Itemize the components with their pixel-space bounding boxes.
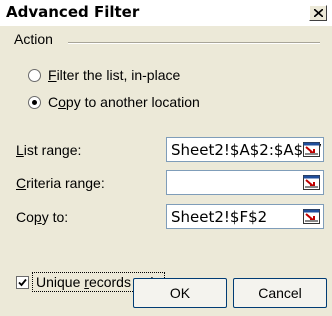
close-icon	[314, 9, 323, 17]
checkmark-icon	[18, 278, 27, 286]
collapse-dialog-icon[interactable]	[303, 209, 320, 224]
filter-in-place-option[interactable]: Filter the list, in-place	[28, 67, 180, 83]
copy-to-label: Copy to:	[16, 209, 69, 225]
ok-button[interactable]: OK	[133, 278, 227, 308]
copy-to-input[interactable]: Sheet2!$F$2	[166, 204, 324, 229]
action-group-label: Action	[14, 31, 53, 47]
copy-to-value: Sheet2!$F$2	[171, 208, 268, 226]
filter-in-place-radio[interactable]	[28, 68, 41, 82]
cancel-button[interactable]: Cancel	[233, 278, 327, 308]
list-range-value: Sheet2!$A$2:$A$17	[171, 141, 323, 159]
filter-in-place-label: Filter the list, in-place	[48, 67, 181, 83]
list-range-input[interactable]: Sheet2!$A$2:$A$17	[166, 137, 324, 162]
collapse-dialog-icon[interactable]	[303, 142, 320, 157]
criteria-range-input[interactable]	[166, 170, 324, 195]
unique-records-checkbox[interactable]	[16, 275, 29, 289]
copy-to-location-label: Copy to another location	[48, 94, 200, 110]
criteria-range-label: Criteria range:	[16, 175, 105, 191]
close-button[interactable]	[309, 5, 327, 21]
title-bar: Advanced Filter	[0, 0, 332, 26]
copy-to-location-radio[interactable]	[28, 95, 41, 109]
copy-to-location-option[interactable]: Copy to another location	[28, 94, 200, 110]
collapse-dialog-icon[interactable]	[303, 175, 320, 190]
dialog-title: Advanced Filter	[6, 3, 140, 21]
list-range-label: List range:	[16, 142, 82, 158]
action-group-divider	[68, 42, 320, 44]
advanced-filter-dialog: Advanced Filter Action Filter the list, …	[0, 0, 332, 316]
